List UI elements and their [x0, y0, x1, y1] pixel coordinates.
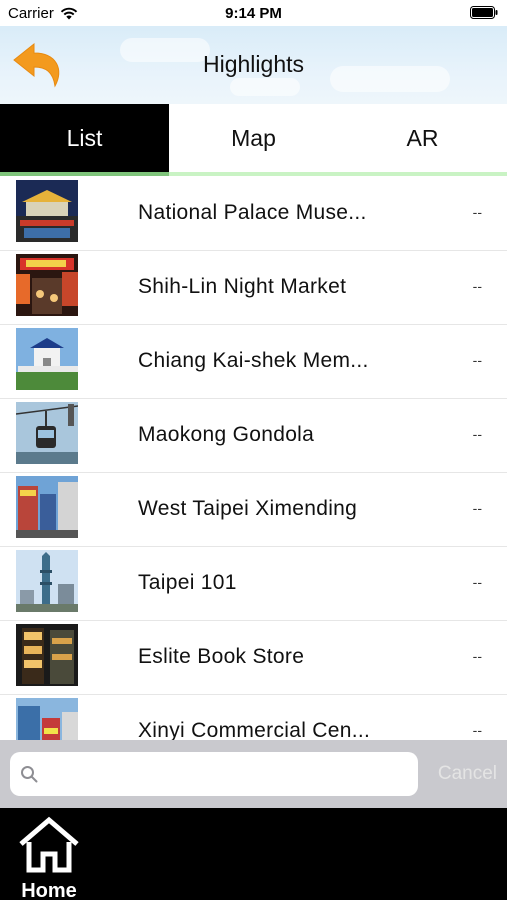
tab-ar[interactable]: AR	[338, 104, 507, 172]
segment-tabs: List Map AR	[0, 104, 507, 172]
item-distance: --	[472, 500, 482, 516]
item-title: Shih-Lin Night Market	[138, 275, 347, 298]
item-title: Xinyi Commercial Cen...	[138, 719, 371, 740]
list-item[interactable]: National Palace Muse... --	[0, 177, 507, 251]
page-title: Highlights	[203, 51, 304, 77]
highlights-list[interactable]: National Palace Muse... -- Shih-Lin Nigh…	[0, 177, 507, 740]
palace-photo	[16, 180, 78, 242]
taipei101-photo	[16, 550, 78, 612]
search-input[interactable]	[46, 752, 410, 798]
tab-list[interactable]: List	[0, 104, 169, 172]
clock: 9:14 PM	[225, 5, 282, 22]
item-title: Chiang Kai-shek Mem...	[138, 349, 369, 372]
item-title: Taipei 101	[138, 571, 237, 594]
list-item[interactable]: Taipei 101 --	[0, 547, 507, 621]
bottom-nav: Home	[0, 808, 507, 902]
list-item[interactable]: Maokong Gondola --	[0, 399, 507, 473]
cancel-button[interactable]: Cancel	[438, 763, 497, 785]
ximending-photo	[16, 476, 78, 538]
tab-label: Map	[231, 124, 276, 151]
item-title: Eslite Book Store	[138, 645, 305, 668]
bookstore-photo	[16, 624, 78, 686]
tab-label: List	[66, 124, 103, 151]
status-bar: Carrier 9:14 PM	[0, 0, 507, 26]
tab-map[interactable]: Map	[169, 104, 338, 172]
header: Highlights	[0, 26, 507, 104]
search-icon	[21, 766, 38, 783]
search-field[interactable]	[10, 752, 418, 798]
item-title: National Palace Muse...	[138, 201, 367, 224]
xinyi-photo	[16, 698, 78, 740]
list-item[interactable]: Xinyi Commercial Cen... --	[0, 695, 507, 740]
gondola-photo	[16, 402, 78, 464]
item-distance: --	[472, 426, 482, 442]
item-distance: --	[472, 278, 482, 294]
night-market-photo	[16, 254, 78, 316]
memorial-photo	[16, 328, 78, 390]
item-distance: --	[472, 204, 482, 220]
list-item[interactable]: West Taipei Ximending --	[0, 473, 507, 547]
battery-icon	[470, 6, 498, 19]
item-distance: --	[472, 648, 482, 664]
cloud-decoration	[230, 78, 300, 96]
home-tab[interactable]: Home	[14, 816, 86, 902]
active-tab-indicator	[0, 172, 169, 176]
tab-indicator	[0, 172, 507, 176]
list-item[interactable]: Eslite Book Store --	[0, 621, 507, 695]
tab-label: AR	[406, 124, 439, 151]
list-item[interactable]: Shih-Lin Night Market --	[0, 251, 507, 325]
item-title: West Taipei Ximending	[138, 497, 358, 520]
item-distance: --	[472, 722, 482, 738]
house-icon	[19, 816, 79, 873]
list-item[interactable]: Chiang Kai-shek Mem... --	[0, 325, 507, 399]
search-bar: Cancel	[0, 740, 507, 808]
item-title: Maokong Gondola	[138, 423, 315, 446]
item-distance: --	[472, 574, 482, 590]
item-distance: --	[472, 352, 482, 368]
